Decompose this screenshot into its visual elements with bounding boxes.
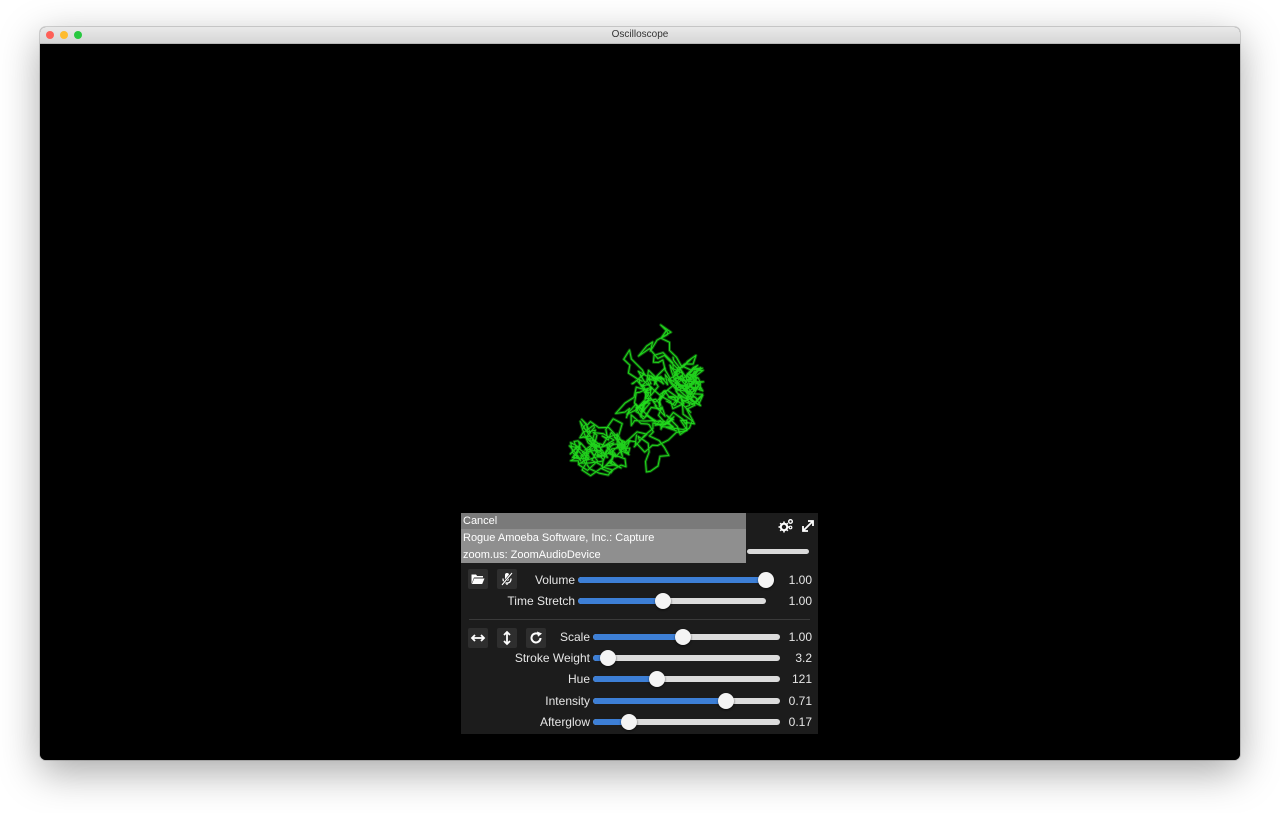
volume-value: 1.00 [788,573,812,587]
afterglow-value: 0.17 [788,715,812,729]
window-title: Oscilloscope [611,29,669,40]
scope-canvas: Volume 1.00 Time Stretch 1.00 Scale 1.00… [40,44,1240,760]
time-stretch-slider-thumb[interactable] [654,593,671,609]
folder-open-icon[interactable] [468,569,488,589]
scale-slider[interactable] [593,629,780,645]
stroke-weight-slider[interactable] [593,650,780,666]
flip-vertical-icon[interactable] [497,628,517,648]
volume-label: Volume [534,573,575,587]
intensity-slider[interactable] [593,693,780,709]
intensity-label: Intensity [545,694,590,708]
stroke-weight-value: 3.2 [795,651,812,665]
hue-slider-thumb[interactable] [648,671,665,687]
volume-slider[interactable] [578,572,774,588]
scale-value: 1.00 [788,630,812,644]
stroke-weight-slider-thumb[interactable] [599,650,616,666]
title-bar[interactable]: Oscilloscope [40,27,1240,44]
time-stretch-slider-fill [578,598,663,604]
app-window: Oscilloscope Volume 1.00 Time Stretch 1.… [40,27,1240,760]
scale-slider-thumb[interactable] [674,629,691,645]
flip-horizontal-icon[interactable] [468,628,488,648]
intensity-value: 0.71 [788,694,812,708]
source-slider[interactable] [747,549,809,554]
intensity-slider-thumb[interactable] [717,693,734,709]
hue-label: Hue [567,672,590,686]
scale-slider-fill [593,634,683,640]
menu-item-rogue-amoeba-capture[interactable]: Rogue Amoeba Software, Inc.: Capture [461,530,746,546]
settings-gears-icon[interactable] [776,516,796,536]
hue-slider-fill [593,676,657,682]
time-stretch-value: 1.00 [788,594,812,608]
volume-slider-fill [578,577,766,583]
menu-item-cancel[interactable]: Cancel [461,513,746,529]
intensity-slider-fill [593,698,726,704]
afterglow-slider-thumb[interactable] [620,714,637,730]
time-stretch-label: Time Stretch [507,594,575,608]
fullscreen-icon[interactable] [798,516,818,536]
time-stretch-slider[interactable] [578,593,766,609]
hue-value: 121 [791,672,812,686]
afterglow-label: Afterglow [539,715,590,729]
stroke-weight-label: Stroke Weight [514,651,590,665]
trace-line [568,418,631,477]
hue-slider[interactable] [593,671,780,687]
section-divider [469,619,810,620]
afterglow-slider[interactable] [593,714,780,730]
scale-label: Scale [559,630,590,644]
audio-source-menu: Cancel Rogue Amoeba Software, Inc.: Capt… [461,513,746,563]
menu-item-zoom-audio-device[interactable]: zoom.us: ZoomAudioDevice [461,547,746,563]
